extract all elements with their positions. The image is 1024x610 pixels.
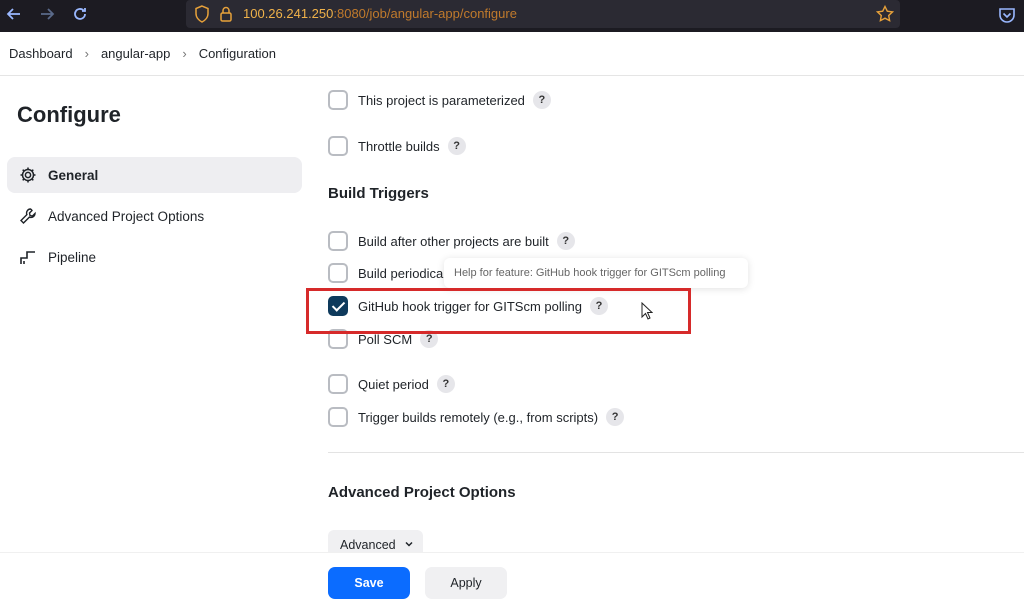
sidebar-item-label: General bbox=[48, 167, 99, 183]
option-throttle-builds[interactable]: Throttle builds ? bbox=[328, 135, 466, 157]
apply-button[interactable]: Apply bbox=[425, 567, 507, 599]
sidebar-item-general[interactable]: General bbox=[7, 157, 302, 193]
sidebar-item-label: Advanced Project Options bbox=[48, 208, 205, 224]
pipeline-icon bbox=[20, 251, 35, 264]
shield-icon[interactable] bbox=[194, 5, 210, 23]
option-label: Quiet period bbox=[358, 376, 429, 392]
browser-toolbar: 100.26.241.250:8080/job/angular-app/conf… bbox=[0, 0, 1024, 32]
url-text: 100.26.241.250:8080/job/angular-app/conf… bbox=[243, 6, 517, 21]
help-icon[interactable]: ? bbox=[606, 408, 625, 426]
page-title: Configure bbox=[17, 102, 121, 127]
url-bar[interactable]: 100.26.241.250:8080/job/angular-app/conf… bbox=[186, 0, 900, 28]
chevron-right-icon: › bbox=[84, 46, 89, 61]
breadcrumb-angular-app[interactable]: angular-app bbox=[101, 46, 170, 61]
help-icon[interactable]: ? bbox=[556, 232, 575, 250]
build-after-other-checkbox[interactable] bbox=[328, 231, 348, 251]
quiet-period-checkbox[interactable] bbox=[328, 374, 348, 394]
wrench-icon bbox=[20, 208, 36, 224]
gear-icon bbox=[20, 167, 36, 183]
option-label: Trigger builds remotely (e.g., from scri… bbox=[358, 409, 599, 425]
help-tooltip: Help for feature: GitHub hook trigger fo… bbox=[444, 258, 748, 288]
build-triggers-title: Build Triggers bbox=[328, 185, 429, 202]
chevron-down-icon bbox=[404, 539, 414, 552]
back-arrow-icon[interactable] bbox=[4, 6, 24, 26]
throttle-builds-checkbox[interactable] bbox=[328, 136, 348, 156]
reload-icon[interactable] bbox=[70, 6, 90, 26]
option-label: Build periodically bbox=[358, 265, 456, 281]
section-divider bbox=[328, 452, 1024, 453]
breadcrumb-dashboard[interactable]: Dashboard bbox=[9, 46, 73, 61]
advanced-button-label: Advanced bbox=[340, 538, 396, 552]
breadcrumb: Dashboard › angular-app › Configuration bbox=[0, 32, 1024, 76]
option-label: This project is parameterized bbox=[358, 92, 525, 108]
mouse-cursor-icon bbox=[641, 302, 653, 320]
build-periodically-checkbox[interactable] bbox=[328, 263, 348, 283]
trigger-quiet-period[interactable]: Quiet period ? bbox=[328, 373, 455, 395]
lock-icon[interactable] bbox=[218, 5, 234, 23]
sidebar-item-label: Pipeline bbox=[48, 249, 97, 265]
parameterized-checkbox[interactable] bbox=[328, 90, 348, 110]
chevron-right-icon: › bbox=[182, 46, 187, 61]
sidebar-item-pipeline[interactable]: Pipeline bbox=[7, 239, 302, 275]
help-icon[interactable]: ? bbox=[532, 91, 551, 109]
forward-arrow-icon[interactable] bbox=[37, 6, 57, 26]
trigger-remotely-checkbox[interactable] bbox=[328, 407, 348, 427]
form-footer bbox=[0, 552, 1024, 610]
help-icon[interactable]: ? bbox=[436, 375, 455, 393]
trigger-builds-remotely[interactable]: Trigger builds remotely (e.g., from scri… bbox=[328, 406, 625, 428]
breadcrumb-configuration[interactable]: Configuration bbox=[199, 46, 276, 61]
bookmark-star-icon[interactable] bbox=[876, 5, 894, 23]
option-parameterized[interactable]: This project is parameterized ? bbox=[328, 89, 551, 111]
advanced-project-options-title: Advanced Project Options bbox=[328, 484, 516, 501]
save-button[interactable]: Save bbox=[328, 567, 410, 599]
help-icon[interactable]: ? bbox=[447, 137, 466, 155]
option-label: Build after other projects are built bbox=[358, 233, 549, 249]
trigger-build-after-other[interactable]: Build after other projects are built ? bbox=[328, 230, 575, 252]
highlight-annotation bbox=[306, 288, 691, 334]
sidebar-item-advanced-project-options[interactable]: Advanced Project Options bbox=[7, 198, 302, 234]
option-label: Throttle builds bbox=[358, 138, 440, 154]
pocket-icon[interactable] bbox=[998, 6, 1016, 24]
